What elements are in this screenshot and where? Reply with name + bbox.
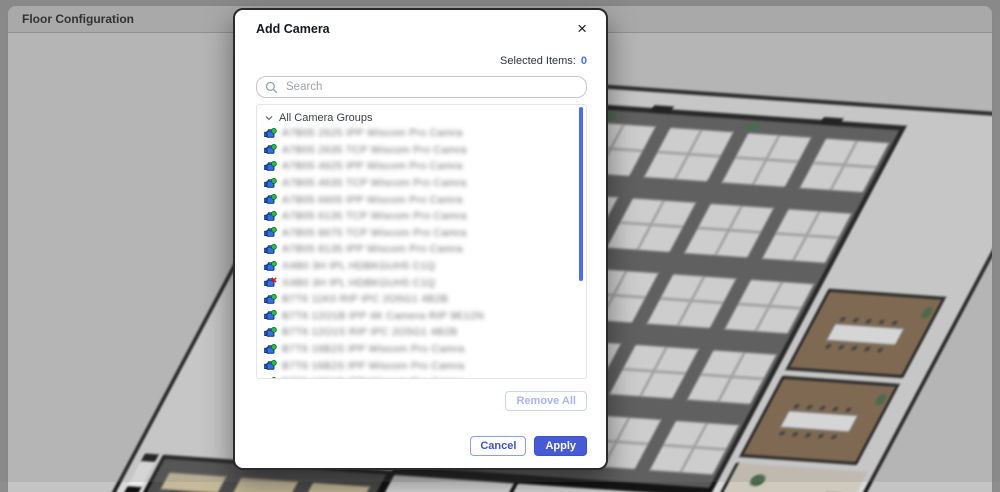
classroom-desk bbox=[305, 483, 369, 492]
camera-label: X4B0 3H IPL HDBKGUH5 C1Q bbox=[282, 277, 435, 289]
camera-list-item[interactable]: B7T6 12O1B IPP 4K Camera RIP 9E12N bbox=[264, 308, 586, 325]
camera-label: B7T6 11K0 RIP IPC 2O5G1 4B2B bbox=[282, 293, 448, 305]
close-icon[interactable]: × bbox=[577, 22, 587, 36]
camera-list-item[interactable]: A7B05 2625 IPP Wiscom Pro Camra bbox=[264, 125, 586, 142]
scrollbar-thumb[interactable] bbox=[579, 107, 583, 281]
camera-online-icon bbox=[264, 261, 277, 272]
camera-label: B7T6 12O1B IPP 4K Camera RIP 9E12N bbox=[282, 310, 484, 322]
search-box[interactable] bbox=[256, 76, 587, 98]
selected-items-count: 0 bbox=[581, 55, 587, 67]
camera-online-icon bbox=[264, 178, 277, 189]
camera-label: A7B05 8675 TCP Wiscom Pro Camra bbox=[282, 227, 467, 239]
camera-list-item[interactable]: A7B05 6135 TCP Wiscom Pro Camra bbox=[264, 208, 586, 225]
camera-list-item[interactable]: B7T6 16B2S IPP Wiscom Pro Camra bbox=[264, 357, 586, 374]
search-input[interactable] bbox=[284, 80, 578, 94]
camera-label: B7T6 16B2S IPP Wiscom Pro Camra bbox=[282, 360, 464, 372]
camera-list-item[interactable]: A7B05 4625 IPP Wiscom Pro Camra bbox=[264, 158, 586, 175]
camera-label: A7B05 8135 IPP Wiscom Pro Camra bbox=[282, 243, 463, 255]
camera-list-item[interactable]: B7T6 11K0 RIP IPC 2O5G1 4B2B bbox=[264, 291, 586, 308]
camera-label: A7B05 2625 IPP Wiscom Pro Camra bbox=[282, 127, 463, 139]
camera-online-icon bbox=[264, 344, 277, 355]
camera-online-icon bbox=[264, 244, 277, 255]
camera-label: B7T6 16S1S IPP Wiscom Pro Camra bbox=[282, 376, 464, 379]
camera-online-icon bbox=[264, 360, 277, 371]
camera-offline-icon bbox=[264, 277, 277, 288]
camera-label: A7B05 6135 TCP Wiscom Pro Camra bbox=[282, 210, 467, 222]
camera-online-icon bbox=[264, 310, 277, 321]
remove-all-button[interactable]: Remove All bbox=[505, 391, 587, 411]
camera-list-item[interactable]: B7T6 16S1S IPP Wiscom Pro Camra bbox=[264, 374, 586, 379]
camera-list-item[interactable]: X4B0 3H IPL HDBKGUH5 C1Q bbox=[264, 274, 586, 291]
wall bbox=[380, 483, 518, 492]
camera-label: A7B05 2635 TCP Wiscom Pro Camra bbox=[282, 144, 467, 156]
camera-online-icon bbox=[264, 211, 277, 222]
camera-tree-list[interactable]: All Camera Groups A7B05 2625 IPP Wiscom … bbox=[256, 104, 587, 379]
modal-title: Add Camera bbox=[256, 22, 330, 36]
camera-list-items: A7B05 2625 IPP Wiscom Pro Camra A7B05 263… bbox=[264, 125, 586, 379]
remove-all-row: Remove All bbox=[256, 391, 587, 411]
chevron-down-icon bbox=[264, 113, 274, 123]
camera-list-item[interactable]: A7B05 8135 IPP Wiscom Pro Camra bbox=[264, 241, 586, 258]
selected-items-label: Selected Items: bbox=[500, 55, 576, 67]
camera-label: A7B05 4625 IPP Wiscom Pro Camra bbox=[282, 160, 463, 172]
camera-list-item[interactable]: A7B05 4635 TCP Wiscom Pro Camra bbox=[264, 175, 586, 192]
camera-label: B7T6 12O1S RIP IPC 2O5G1 4B2B bbox=[282, 326, 457, 338]
camera-label: B7T6 16B2S IPP Wiscom Pro Camra bbox=[282, 343, 464, 355]
apply-button[interactable]: Apply bbox=[534, 436, 587, 456]
modal-titlebar: Add Camera × bbox=[256, 22, 587, 36]
camera-online-icon bbox=[264, 227, 277, 238]
camera-list-item[interactable]: A7B05 6605 IPP Wiscom Pro Camra bbox=[264, 191, 586, 208]
camera-label: A7B05 4635 TCP Wiscom Pro Camra bbox=[282, 177, 467, 189]
search-icon bbox=[265, 81, 278, 94]
selected-items-row: Selected Items: 0 bbox=[256, 55, 587, 67]
camera-online-icon bbox=[264, 128, 277, 139]
camera-label: A7B05 6605 IPP Wiscom Pro Camra bbox=[282, 194, 463, 206]
camera-online-icon bbox=[264, 327, 277, 338]
camera-list-item[interactable]: B7T6 12O1S RIP IPC 2O5G1 4B2B bbox=[264, 324, 586, 341]
camera-online-icon bbox=[264, 194, 277, 205]
tree-root-label: All Camera Groups bbox=[279, 112, 373, 124]
camera-list-item[interactable]: A7B05 8675 TCP Wiscom Pro Camra bbox=[264, 225, 586, 242]
camera-label: X4B0 3H IPL HDBKGUH5 C1Q bbox=[282, 260, 435, 272]
cancel-button[interactable]: Cancel bbox=[470, 436, 526, 456]
add-camera-modal: Add Camera × Selected Items: 0 All Camera… bbox=[233, 8, 608, 470]
camera-list-item[interactable]: A7B05 2635 TCP Wiscom Pro Camra bbox=[264, 142, 586, 159]
camera-online-icon bbox=[264, 294, 277, 305]
tree-root-row[interactable]: All Camera Groups bbox=[264, 110, 586, 125]
camera-list-item[interactable]: X4B0 3H IPL HDBKGUH5 C1Q bbox=[264, 258, 586, 275]
camera-online-icon bbox=[264, 161, 277, 172]
modal-footer: Cancel Apply bbox=[256, 436, 587, 456]
camera-online-icon bbox=[264, 144, 277, 155]
camera-online-icon bbox=[264, 377, 277, 379]
camera-list-item[interactable]: B7T6 16B2S IPP Wiscom Pro Camra bbox=[264, 341, 586, 358]
